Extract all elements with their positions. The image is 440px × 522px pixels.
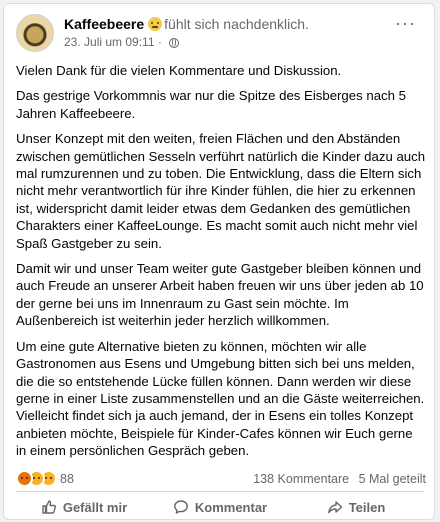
- share-arrow-icon: [327, 501, 342, 514]
- feeling-text: fühlt sich nachdenklich.: [164, 16, 309, 32]
- angry-reaction-icon: [16, 470, 33, 487]
- thinking-face-emoji-icon: [148, 17, 163, 31]
- post-paragraph: Damit wir und unser Team weiter gute Gas…: [16, 261, 424, 329]
- comment-button[interactable]: Kommentar: [152, 493, 288, 521]
- page-name-link[interactable]: Kaffeebeere: [64, 16, 144, 32]
- like-button[interactable]: Gefällt mir: [16, 493, 152, 521]
- post-author-line: Kaffeebeere fühlt sich nachdenklich.: [64, 16, 309, 32]
- thumbs-up-icon: [42, 500, 56, 514]
- engagement-counts: 138 Kommentare 5 Mal geteilt: [253, 472, 426, 486]
- page-avatar[interactable]: [16, 14, 54, 52]
- comment-label: Kommentar: [194, 499, 268, 515]
- comment-count-link[interactable]: 138 Kommentare: [253, 472, 349, 486]
- like-label: Gefällt mir: [62, 499, 128, 515]
- post-paragraph: Um eine gute Alternative bieten zu könne…: [16, 338, 425, 459]
- globe-icon[interactable]: [169, 38, 180, 48]
- actions-divider: [16, 491, 424, 492]
- post-paragraph: Das gestrige Vorkommnis war nur die Spit…: [16, 88, 406, 121]
- meta-separator: ·: [157, 35, 162, 49]
- share-count-link[interactable]: 5 Mal geteilt: [359, 472, 426, 486]
- post-stats: 88 138 Kommentare 5 Mal geteilt: [16, 470, 426, 490]
- post-body: Vielen Dank für die vielen Kommentare un…: [16, 62, 426, 468]
- share-button[interactable]: Teilen: [288, 493, 424, 521]
- post-paragraph: Unser Konzept mit den weiten, freien Flä…: [16, 131, 426, 251]
- post-card: Kaffeebeere fühlt sich nachdenklich. 23. …: [3, 3, 435, 520]
- post-timestamp[interactable]: 23. Juli um 09:11: [64, 35, 155, 49]
- more-options-button[interactable]: ···: [395, 14, 416, 32]
- reaction-count[interactable]: 88: [60, 472, 74, 486]
- post-action-bar: Gefällt mir Kommentar Teilen: [16, 493, 424, 521]
- post-meta: 23. Juli um 09:11 ·: [64, 35, 180, 49]
- post-header: Kaffeebeere fühlt sich nachdenklich. 23. …: [16, 14, 416, 56]
- share-label: Teilen: [348, 499, 386, 515]
- comment-bubble-icon: [173, 500, 188, 514]
- post-paragraph: Vielen Dank für die vielen Kommentare un…: [16, 63, 342, 78]
